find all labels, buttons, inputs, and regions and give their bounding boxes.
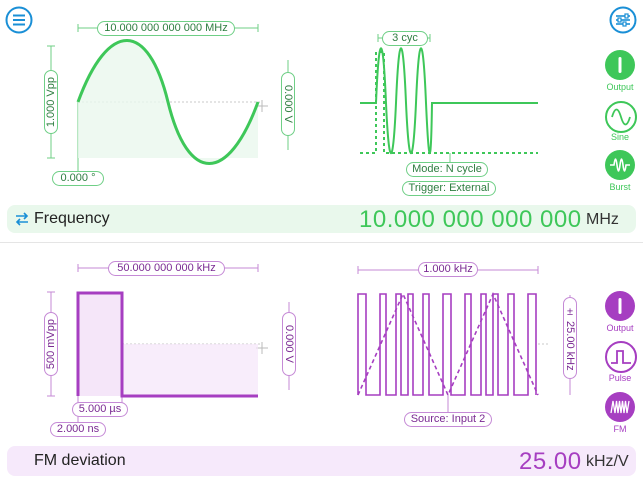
ch2-parameter-name: FM deviation bbox=[34, 452, 126, 469]
ch2-waveform-button[interactable] bbox=[605, 341, 637, 373]
fm-icon bbox=[610, 400, 630, 414]
ch2-offset-label: 0.000 V bbox=[283, 325, 295, 363]
ch2-width-pill[interactable]: 5.000 µs bbox=[72, 402, 128, 417]
ch1-waveform-label: Sine bbox=[610, 132, 629, 142]
ch1-modulation-button[interactable] bbox=[605, 150, 635, 180]
ch1-parameter-unit: MHz bbox=[586, 211, 619, 228]
ch1-offset-label: 0.000 V bbox=[282, 85, 294, 123]
ch1-modulation-label: Burst bbox=[609, 182, 631, 192]
swap-arrows-icon[interactable] bbox=[14, 212, 30, 226]
ch1-output-label: Output bbox=[606, 82, 634, 92]
ch1-burst-mode-pill[interactable]: Mode: N cycle bbox=[406, 162, 488, 177]
ch1-trigger-pill[interactable]: Trigger: External bbox=[402, 181, 496, 196]
power-toggle-icon bbox=[618, 57, 622, 73]
pulse-icon bbox=[611, 350, 631, 364]
channel1-waveform-graphics bbox=[47, 24, 538, 172]
ch1-burst-cycles-pill[interactable]: 3 cyc bbox=[382, 31, 428, 46]
ch1-parameter-name: Frequency bbox=[34, 210, 110, 227]
ch1-output-button[interactable] bbox=[605, 50, 635, 80]
ch2-edge-pill[interactable]: 2.000 ns bbox=[50, 422, 106, 437]
ch2-amplitude-label: 500 mVpp bbox=[45, 318, 57, 370]
ch2-deviation-label: ± 25.00 kHz bbox=[564, 305, 576, 371]
burst-icon bbox=[610, 158, 630, 172]
ch1-frequency-pill[interactable]: 10.000 000 000 000 MHz bbox=[97, 21, 235, 36]
ch1-amplitude-label: 1.000 Vpp bbox=[45, 76, 57, 128]
ch2-output-label: Output bbox=[606, 323, 634, 333]
ch2-modulation-button[interactable] bbox=[605, 392, 635, 422]
ch1-parameter-bar[interactable]: Frequency 10.000 000 000 000 MHz bbox=[7, 205, 636, 233]
ch1-amplitude-pill[interactable]: 1.000 Vpp bbox=[44, 70, 58, 134]
power-toggle-icon bbox=[618, 298, 622, 314]
ch1-phase-pill[interactable]: 0.000 ° bbox=[52, 171, 104, 186]
burst-waveform bbox=[360, 47, 538, 155]
ch2-parameter-value[interactable]: 25.00 bbox=[519, 448, 582, 476]
ch2-mod-frequency-pill[interactable]: 1.000 kHz bbox=[418, 262, 478, 277]
sine-icon bbox=[611, 108, 631, 126]
ch2-source-pill[interactable]: Source: Input 2 bbox=[404, 412, 492, 427]
ch1-parameter-value[interactable]: 10.000 000 000 000 bbox=[359, 206, 582, 234]
ch1-waveform-button[interactable] bbox=[605, 101, 637, 133]
ch2-parameter-unit: kHz/V bbox=[586, 453, 629, 470]
ch2-amplitude-pill[interactable]: 500 mVpp bbox=[44, 312, 58, 376]
fm-pulse-train bbox=[357, 293, 537, 396]
ch1-offset-pill[interactable]: 0.000 V bbox=[281, 72, 295, 136]
ch2-frequency-pill[interactable]: 50.000 000 000 kHz bbox=[108, 261, 225, 276]
ch2-parameter-bar[interactable]: FM deviation 25.00 kHz/V bbox=[7, 446, 636, 476]
ch2-modulation-label: FM bbox=[613, 424, 627, 434]
ch2-waveform-label: Pulse bbox=[608, 373, 632, 383]
ch2-offset-pill[interactable]: 0.000 V bbox=[282, 312, 296, 376]
fm-modulating-dashed bbox=[357, 292, 539, 397]
ch2-deviation-pill[interactable]: ± 25.00 kHz bbox=[563, 297, 577, 379]
ch2-output-button[interactable] bbox=[605, 291, 635, 321]
